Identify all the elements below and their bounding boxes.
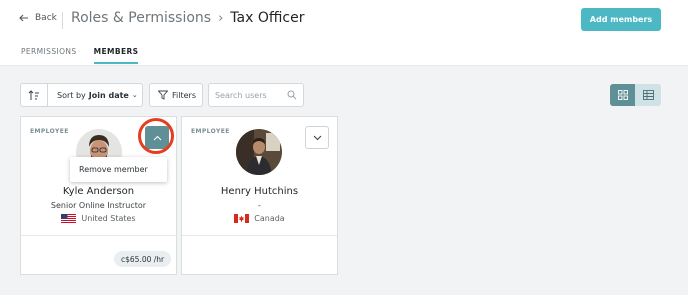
sort-by-select[interactable]: Sort by Join date ⌄ — [48, 83, 143, 107]
member-card: EMPLOYEE Henry Hutchins - Canada — [181, 116, 338, 275]
member-title: - — [258, 201, 261, 210]
tab-divider — [0, 65, 688, 66]
chevron-up-icon — [153, 135, 161, 140]
sort-order-icon — [28, 89, 39, 100]
table-icon — [642, 90, 654, 100]
member-country: Canada — [182, 214, 337, 223]
search-input[interactable] — [215, 90, 285, 100]
member-name[interactable]: Kyle Anderson — [21, 186, 176, 197]
country-label: United States — [81, 214, 136, 223]
card-divider — [21, 235, 176, 236]
card-divider — [182, 235, 337, 236]
sort-value: Join date — [88, 90, 129, 100]
member-country: United States — [21, 214, 176, 223]
add-members-button[interactable]: Add members — [581, 8, 661, 31]
chevron-down-icon: ⌄ — [131, 91, 138, 99]
member-options-toggle[interactable] — [145, 126, 169, 149]
canada-flag-icon — [234, 214, 250, 223]
back-label: Back — [35, 13, 57, 23]
role-label: EMPLOYEE — [191, 128, 230, 135]
tab-members[interactable]: MEMBERS — [93, 47, 139, 64]
page-title: Tax Officer — [230, 10, 305, 26]
arrow-left-icon — [19, 14, 28, 22]
breadcrumb: Roles & Permissions › Tax Officer — [71, 10, 304, 26]
top-bar: Back Roles & Permissions › Tax Officer A… — [0, 0, 688, 66]
header-divider — [62, 12, 63, 29]
filters-button[interactable]: Filters — [149, 83, 203, 107]
avatar — [236, 129, 282, 175]
filter-icon — [158, 90, 168, 100]
sort-prefix: Sort by — [57, 90, 86, 100]
role-label: EMPLOYEE — [30, 128, 69, 135]
breadcrumb-parent[interactable]: Roles & Permissions — [71, 10, 211, 26]
tab-bar: PERMISSIONS MEMBERS — [21, 47, 155, 64]
chevron-right-icon: › — [218, 10, 224, 26]
table-view-button[interactable] — [635, 84, 661, 106]
grid-icon — [617, 90, 628, 100]
filters-label: Filters — [172, 90, 196, 100]
us-flag-icon — [61, 214, 77, 223]
member-card: EMPLOYEE Kyle Anderson Senior Online Ins… — [20, 116, 177, 275]
search-icon — [287, 90, 297, 100]
tab-permissions[interactable]: PERMISSIONS — [21, 47, 77, 64]
member-options-toggle[interactable] — [305, 126, 329, 149]
search-box — [208, 83, 304, 107]
member-name[interactable]: Henry Hutchins — [182, 186, 337, 197]
chevron-down-icon — [313, 135, 321, 140]
sort-direction-button[interactable] — [20, 83, 48, 107]
grid-view-button[interactable] — [610, 84, 635, 106]
remove-member-menu-item[interactable]: Remove member — [70, 157, 167, 182]
back-link[interactable]: Back — [19, 13, 57, 23]
member-title: Senior Online Instructor — [50, 201, 147, 210]
rate-badge: c$65.00 /hr — [114, 251, 172, 267]
country-label: Canada — [254, 214, 285, 223]
